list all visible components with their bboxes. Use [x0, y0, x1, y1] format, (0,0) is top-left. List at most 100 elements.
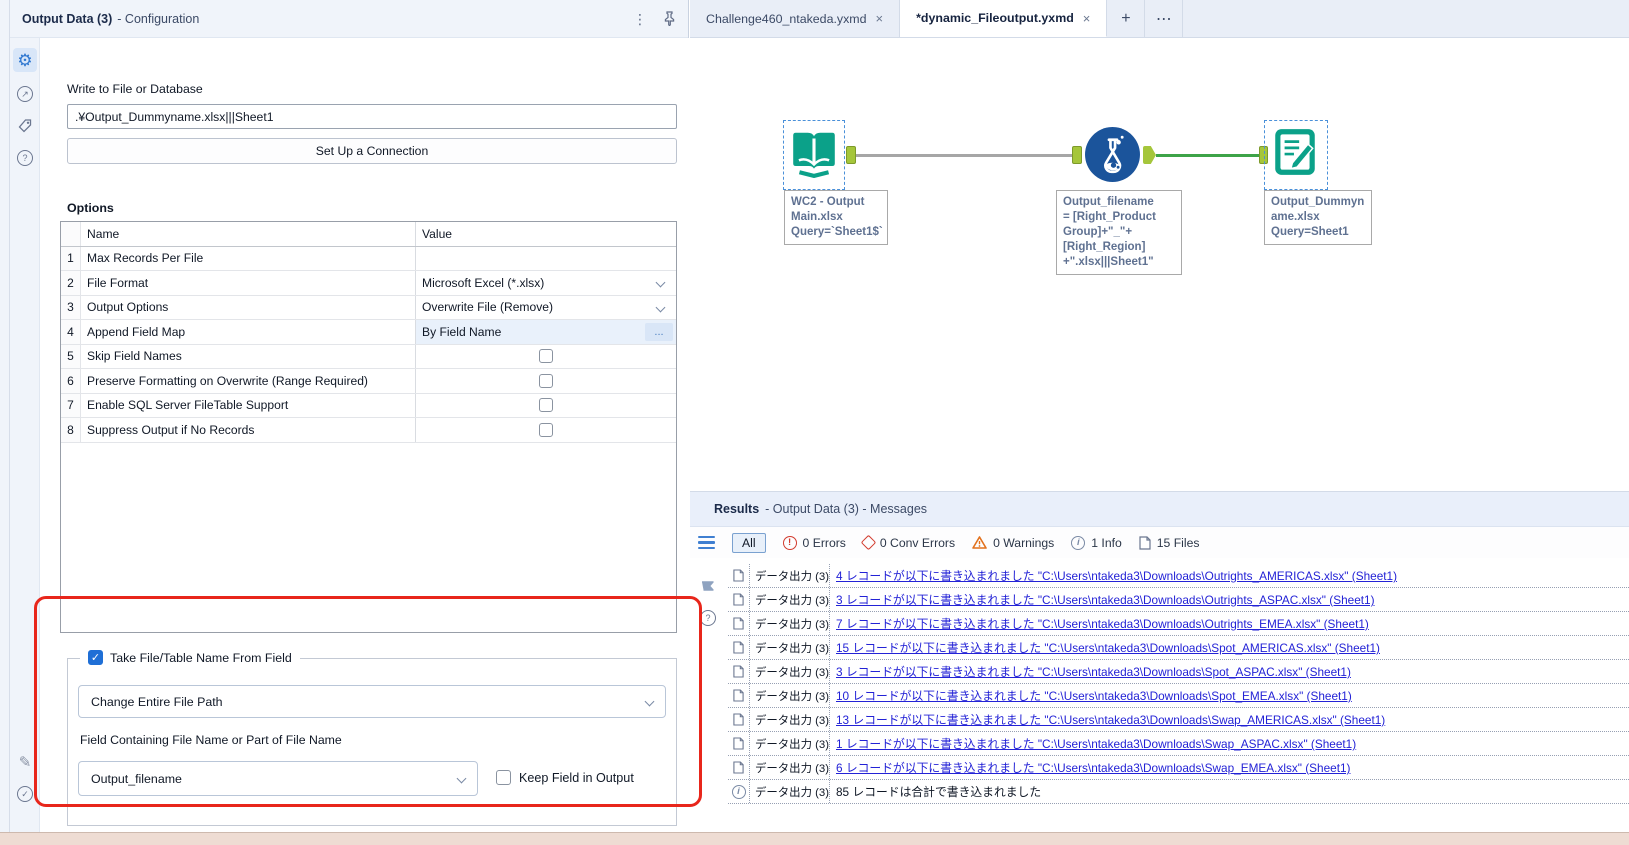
workspace-area: Challenge460_ntakeda.yxmd × *dynamic_Fil…	[690, 0, 1629, 832]
options-title: Options	[67, 201, 114, 215]
filter-errors[interactable]: ! 0 Errors	[782, 535, 846, 550]
result-tool-name: データ出力 (3)	[750, 732, 830, 755]
keep-field-checkbox[interactable]	[496, 770, 511, 785]
result-message-link[interactable]: 3 レコードが以下に書き込まれました "C:\Users\ntakeda3\Do…	[836, 663, 1351, 680]
take-filename-label: Take File/Table Name From Field	[110, 650, 292, 665]
result-row-summary[interactable]: i データ出力 (3) 85 レコードは合計で書き込まれました	[728, 780, 1629, 804]
result-row[interactable]: データ出力 (3) 3 レコードが以下に書き込まれました "C:\Users\n…	[728, 588, 1629, 612]
file-icon	[1139, 535, 1151, 550]
help-icon[interactable]: ?	[13, 146, 37, 170]
results-toolbar: All ! 0 Errors 0 Conv Errors 0 Warnings i…	[690, 527, 1629, 558]
input-anchor[interactable]	[1072, 146, 1082, 164]
append-field-map-value[interactable]: By Field Name...	[416, 320, 676, 344]
tab-dynamic-fileoutput[interactable]: *dynamic_Fileoutput.yxmd ×	[900, 0, 1108, 37]
chevron-down-icon	[655, 277, 666, 288]
field-name-dropdown[interactable]: Output_filename	[78, 761, 478, 796]
close-tab-icon[interactable]: ×	[876, 11, 884, 26]
result-row[interactable]: データ出力 (3) 6 レコードが以下に書き込まれました "C:\Users\n…	[728, 756, 1629, 780]
result-message-link[interactable]: 3 レコードが以下に書き込まれました "C:\Users\ntakeda3\Do…	[836, 591, 1375, 608]
filter-conv-errors[interactable]: 0 Conv Errors	[860, 534, 955, 551]
workflow-canvas[interactable]: WC2 - Output Main.xlsx Query=`Sheet1$` O…	[690, 38, 1629, 491]
input-data-tool-icon[interactable]	[788, 126, 840, 178]
more-tabs-button[interactable]: ⋯	[1145, 0, 1184, 37]
output-tool-annotation[interactable]: Output_Dummyn ame.xlsx Query=Sheet1	[1264, 190, 1372, 245]
result-message-link[interactable]: 4 レコードが以下に書き込まれました "C:\Users\ntakeda3\Do…	[836, 567, 1397, 584]
column-header-value: Value	[422, 226, 453, 241]
flag-icon[interactable]	[700, 580, 716, 596]
chevron-down-icon	[655, 302, 666, 313]
option-row-preserve-formatting[interactable]: 6 Preserve Formatting on Overwrite (Rang…	[61, 369, 676, 394]
panel-subtitle: - Configuration	[117, 11, 200, 26]
info-icon: i	[731, 784, 746, 799]
results-header: Results - Output Data (3) - Messages	[690, 492, 1629, 527]
option-row-max-records[interactable]: 1 Max Records Per File	[61, 246, 676, 271]
close-tab-icon[interactable]: ×	[1083, 11, 1091, 26]
result-message-link[interactable]: 13 レコードが以下に書き込まれました "C:\Users\ntakeda3\D…	[836, 711, 1385, 728]
filter-files[interactable]: 15 Files	[1139, 535, 1199, 550]
validate-check-icon[interactable]: ✓	[13, 782, 37, 806]
take-filename-checkbox[interactable]: ✓	[88, 650, 103, 665]
filetable-support-checkbox[interactable]	[539, 398, 553, 413]
result-tool-name: データ出力 (3)	[750, 636, 830, 659]
chevron-down-icon	[644, 696, 655, 707]
new-tab-button[interactable]: +	[1107, 0, 1146, 37]
max-records-value[interactable]	[416, 247, 676, 271]
output-options-dropdown[interactable]: Overwrite File (Remove)	[416, 296, 676, 320]
option-row-filetable-support[interactable]: 7 Enable SQL Server FileTable Support	[61, 393, 676, 418]
filter-all-button[interactable]: All	[732, 532, 766, 553]
output-anchor[interactable]	[1143, 146, 1156, 164]
connection-formula-output[interactable]	[1156, 154, 1259, 157]
configuration-panel-header: Output Data (3) - Configuration ⋮	[10, 0, 688, 38]
result-message-link[interactable]: 15 レコードが以下に書き込まれました "C:\Users\ntakeda3\D…	[836, 639, 1380, 656]
edit-pencil-icon[interactable]: ✎	[13, 750, 37, 774]
filename-mode-dropdown[interactable]: Change Entire File Path	[78, 685, 666, 718]
output-anchor[interactable]	[846, 146, 856, 164]
result-row[interactable]: データ出力 (3) 10 レコードが以下に書き込まれました "C:\Users\…	[728, 684, 1629, 708]
result-row[interactable]: データ出力 (3) 15 レコードが以下に書き込まれました "C:\Users\…	[728, 636, 1629, 660]
output-data-tool-icon[interactable]	[1269, 126, 1321, 178]
result-row[interactable]: データ出力 (3) 4 レコードが以下に書き込まれました "C:\Users\n…	[728, 564, 1629, 588]
result-message-link[interactable]: 7 レコードが以下に書き込まれました "C:\Users\ntakeda3\Do…	[836, 615, 1369, 632]
filter-info[interactable]: i1 Info	[1071, 535, 1122, 550]
filter-warnings[interactable]: 0 Warnings	[972, 536, 1054, 550]
option-row-append-field-map[interactable]: 4 Append Field Map By Field Name...	[61, 320, 676, 345]
output-path-input[interactable]	[67, 104, 677, 129]
panel-menu-icon[interactable]: ⋮	[633, 12, 647, 26]
performance-icon[interactable]: ↗	[13, 82, 37, 106]
configuration-sidebar: ⚙ ↗ ? ✎ ✓	[10, 38, 40, 832]
result-row[interactable]: データ出力 (3) 3 レコードが以下に書き込まれました "C:\Users\n…	[728, 660, 1629, 684]
messages-list-icon[interactable]	[698, 535, 715, 550]
annotation-tag-icon[interactable]	[13, 114, 37, 138]
result-tool-name: データ出力 (3)	[750, 684, 830, 707]
file-format-dropdown[interactable]: Microsoft Excel (*.xlsx)	[416, 271, 676, 295]
result-row[interactable]: データ出力 (3) 7 レコードが以下に書き込まれました "C:\Users\n…	[728, 612, 1629, 636]
ellipsis-button[interactable]: ...	[645, 323, 673, 341]
file-icon	[733, 617, 744, 630]
results-panel: Results - Output Data (3) - Messages All…	[690, 491, 1629, 832]
option-row-output-options[interactable]: 3 Output Options Overwrite File (Remove)	[61, 295, 676, 320]
file-icon	[733, 713, 744, 726]
result-tool-name: データ出力 (3)	[750, 708, 830, 731]
file-icon	[733, 641, 744, 654]
info-icon: i	[1071, 535, 1086, 550]
pin-icon[interactable]	[663, 11, 676, 26]
option-row-skip-field-names[interactable]: 5 Skip Field Names	[61, 344, 676, 369]
tab-challenge460[interactable]: Challenge460_ntakeda.yxmd ×	[690, 0, 901, 37]
input-tool-annotation[interactable]: WC2 - Output Main.xlsx Query=`Sheet1$`	[784, 190, 888, 245]
preserve-formatting-checkbox[interactable]	[539, 373, 553, 388]
result-message-link[interactable]: 6 レコードが以下に書き込まれました "C:\Users\ntakeda3\Do…	[836, 759, 1350, 776]
option-row-suppress-output[interactable]: 8 Suppress Output if No Records	[61, 418, 676, 443]
suppress-output-checkbox[interactable]	[539, 422, 553, 437]
settings-gear-icon[interactable]: ⚙	[13, 48, 37, 72]
result-message-link[interactable]: 10 レコードが以下に書き込まれました "C:\Users\ntakeda3\D…	[836, 687, 1352, 704]
result-row[interactable]: データ出力 (3) 1 レコードが以下に書き込まれました "C:\Users\n…	[728, 732, 1629, 756]
connection-input-formula[interactable]	[856, 154, 1072, 157]
formula-tool-annotation[interactable]: Output_filename = [Right_Product Group]+…	[1056, 190, 1182, 275]
skip-field-names-checkbox[interactable]	[539, 349, 553, 364]
result-message-link[interactable]: 1 レコードが以下に書き込まれました "C:\Users\ntakeda3\Do…	[836, 735, 1356, 752]
option-row-file-format[interactable]: 2 File Format Microsoft Excel (*.xlsx)	[61, 271, 676, 296]
help-icon[interactable]: ?	[700, 610, 716, 626]
setup-connection-button[interactable]: Set Up a Connection	[67, 138, 677, 164]
result-row[interactable]: データ出力 (3) 13 レコードが以下に書き込まれました "C:\Users\…	[728, 708, 1629, 732]
formula-tool-icon[interactable]	[1084, 126, 1141, 183]
